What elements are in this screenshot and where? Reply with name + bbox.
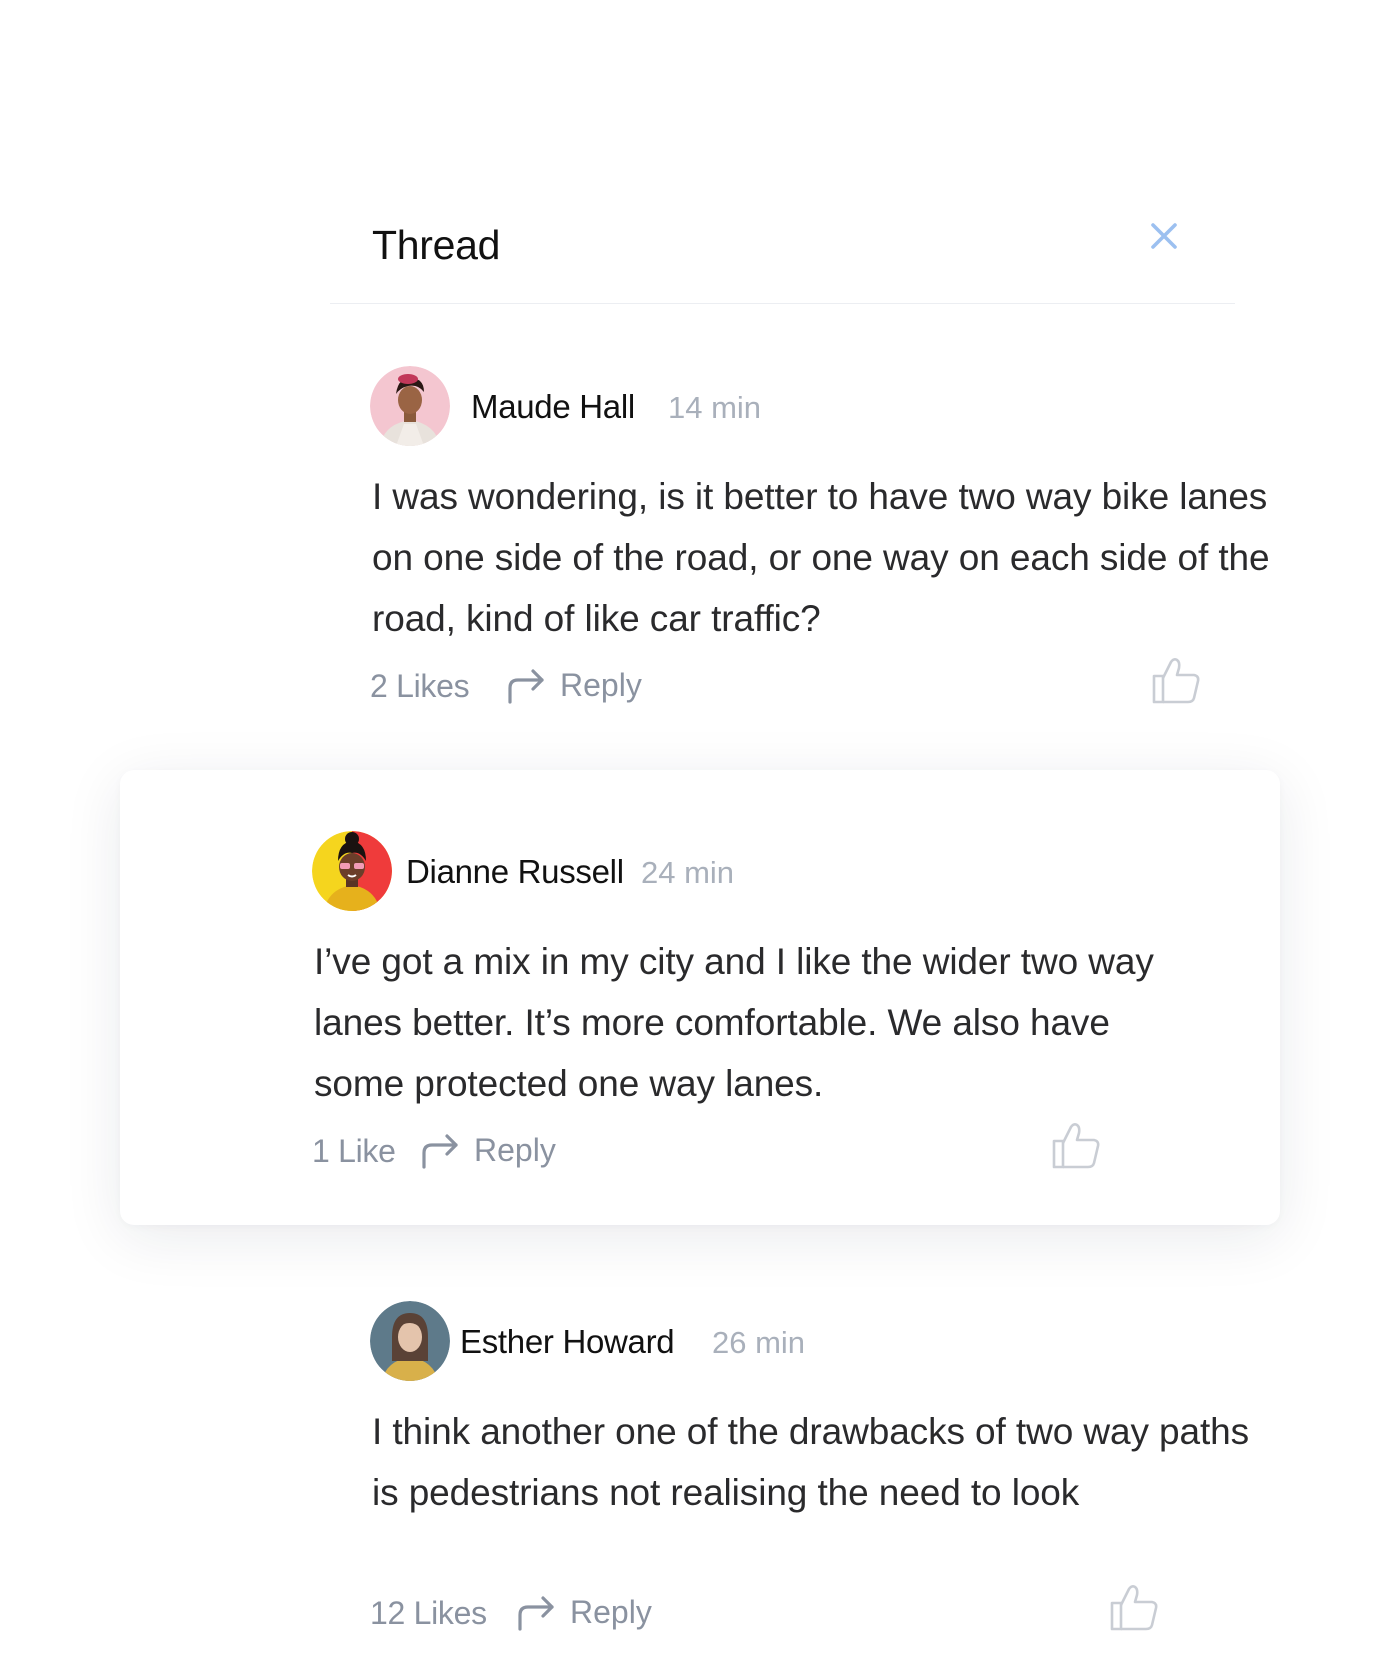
author-name[interactable]: Maude Hall [471,388,635,426]
thumbs-up-icon [1110,1585,1158,1631]
reply-arrow-icon [422,1134,458,1169]
avatar-image [312,831,392,911]
comment-text: I think another one of the drawbacks of … [372,1411,1250,1513]
like-button[interactable] [1108,1581,1160,1633]
avatar[interactable] [370,1301,450,1381]
reply-button[interactable]: Reply [516,1589,652,1635]
thread-title: Thread [372,222,501,268]
like-count: 12 Likes [370,1595,487,1631]
reply-label: Reply [474,1131,556,1168]
reply-arrow-icon [508,669,544,704]
close-button[interactable] [1148,220,1180,252]
reply-arrow-icon [518,1596,554,1631]
reply-button[interactable]: Reply [420,1127,556,1173]
author-name[interactable]: Esther Howard [460,1323,675,1361]
comment-actions: 2 Likes Reply [370,658,1270,712]
comment-time: 14 min [668,390,762,425]
author-name[interactable]: Dianne Russell [406,853,624,891]
comment-header: Maude Hall 14 min [370,366,1270,446]
thumbs-up-icon [1152,658,1200,704]
like-count: 2 Likes [370,668,470,704]
comment-actions: 1 Like Reply [312,1123,1212,1177]
comment-time: 26 min [712,1325,806,1360]
comment-text: I’ve got a mix in my city and I like the… [314,941,1154,1104]
close-icon [1151,223,1177,249]
avatar-image [370,1301,450,1381]
avatar-image [370,366,450,446]
comment-actions: 12 Likes Reply [370,1585,1270,1639]
avatar[interactable] [312,831,392,911]
reply-label: Reply [560,666,642,703]
like-button[interactable] [1050,1119,1102,1171]
comment-header: Esther Howard 26 min [370,1301,1270,1381]
like-count: 1 Like [312,1133,396,1169]
thread-header: Thread [330,190,1235,304]
thumbs-up-icon [1052,1123,1100,1169]
reply-label: Reply [570,1593,652,1630]
comment-text: I was wondering, is it better to have tw… [372,476,1270,639]
comment-header: Dianne Russell 24 min [312,831,1212,911]
like-button[interactable] [1150,654,1202,706]
reply-button[interactable]: Reply [506,662,642,708]
comment-time: 24 min [641,855,735,890]
avatar[interactable] [370,366,450,446]
